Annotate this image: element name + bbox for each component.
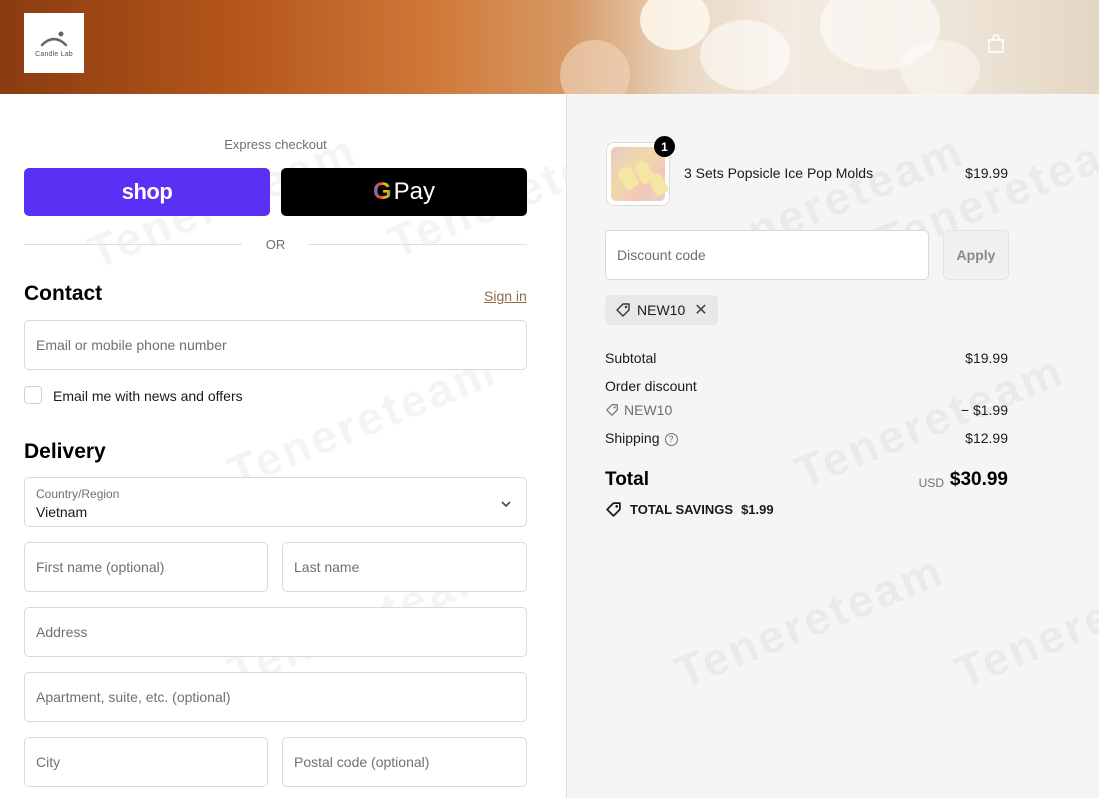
postal-code-placeholder: Postal code (optional) (294, 754, 430, 770)
order-discount-label: Order discount (605, 378, 697, 394)
news-checkbox[interactable] (24, 386, 42, 404)
postal-code-field[interactable]: Postal code (optional) (282, 737, 527, 787)
watermark: Tenereteam (947, 543, 1099, 700)
discount-code-input[interactable]: Discount code (605, 230, 929, 280)
country-select[interactable]: Country/Region Vietnam (24, 477, 527, 527)
tag-icon (616, 303, 630, 317)
news-checkbox-label: Email me with news and offers (53, 388, 243, 404)
google-g-icon: G (372, 178, 392, 205)
discount-value: − $1.99 (960, 402, 1008, 418)
city-field[interactable]: City (24, 737, 268, 787)
country-value: Vietnam (36, 504, 88, 520)
google-pay-label: Pay (393, 178, 436, 205)
city-placeholder: City (36, 754, 61, 770)
email-field[interactable]: Email or mobile phone number (24, 320, 527, 370)
savings-label: TOTAL SAVINGS (630, 502, 734, 517)
store-logo[interactable]: Candle Lab (24, 13, 84, 73)
product-name: 3 Sets Popsicle Ice Pop Molds (684, 165, 874, 181)
discount-code-label: NEW10 (624, 402, 673, 418)
header-banner: Candle Lab (0, 0, 1099, 94)
close-icon[interactable]: ✕ (694, 300, 707, 320)
express-checkout-title: Express checkout (224, 137, 327, 152)
product-price: $19.99 (965, 165, 1008, 181)
discount-code-placeholder: Discount code (617, 247, 706, 263)
shop-pay-label: shop (121, 179, 173, 204)
first-name-field[interactable]: First name (optional) (24, 542, 268, 592)
order-summary: Tenereteam Tenereteam Tenereteam Teneret… (566, 94, 1099, 798)
checkout-form: Tenereteam Tenereteam Tenereteam Teneret… (0, 94, 664, 798)
or-divider: OR (24, 235, 527, 253)
last-name-placeholder: Last name (294, 559, 360, 575)
shopping-bag-icon[interactable] (985, 33, 1007, 55)
contact-heading: Contact (24, 282, 103, 305)
country-label: Country/Region (36, 487, 120, 501)
shipping-row: Shipping? (605, 430, 678, 446)
shipping-label: Shipping (605, 430, 660, 446)
applied-discount-tag: NEW10 ✕ (605, 295, 718, 325)
apply-discount-button[interactable]: Apply (943, 230, 1009, 280)
last-name-field[interactable]: Last name (282, 542, 527, 592)
tag-icon (606, 404, 618, 416)
shipping-value: $12.99 (965, 430, 1008, 446)
first-name-placeholder: First name (optional) (36, 559, 165, 575)
email-placeholder: Email or mobile phone number (36, 337, 227, 353)
subtotal-label: Subtotal (605, 350, 657, 366)
savings-amount: $1.99 (741, 502, 774, 517)
total-currency: USD (918, 476, 944, 490)
quantity-badge: 1 (654, 136, 675, 157)
or-label: OR (265, 236, 286, 252)
total-label: Total (605, 469, 649, 490)
chevron-down-icon (501, 501, 511, 508)
apartment-placeholder: Apartment, suite, etc. (optional) (36, 689, 231, 705)
subtotal-value: $19.99 (965, 350, 1008, 366)
google-pay-button[interactable]: G Pay (281, 168, 527, 216)
candle-logo-icon (40, 31, 68, 46)
shop-pay-button[interactable]: shop (24, 168, 270, 216)
sign-in-link[interactable]: Sign in (484, 288, 527, 304)
delivery-heading: Delivery (24, 440, 106, 463)
help-circle-icon[interactable]: ? (664, 433, 678, 446)
apartment-field[interactable]: Apartment, suite, etc. (optional) (24, 672, 527, 722)
applied-discount-code: NEW10 (637, 302, 686, 318)
logo-text: Candle Lab (35, 50, 73, 58)
discount-code-row: NEW10 (605, 402, 672, 418)
address-placeholder: Address (36, 624, 88, 640)
tag-icon (606, 502, 621, 517)
total-savings: TOTAL SAVINGS $1.99 (605, 501, 774, 518)
watermark: Tenereteam (667, 543, 952, 700)
total-amount: $30.99 (949, 469, 1008, 490)
address-field[interactable]: Address (24, 607, 527, 657)
